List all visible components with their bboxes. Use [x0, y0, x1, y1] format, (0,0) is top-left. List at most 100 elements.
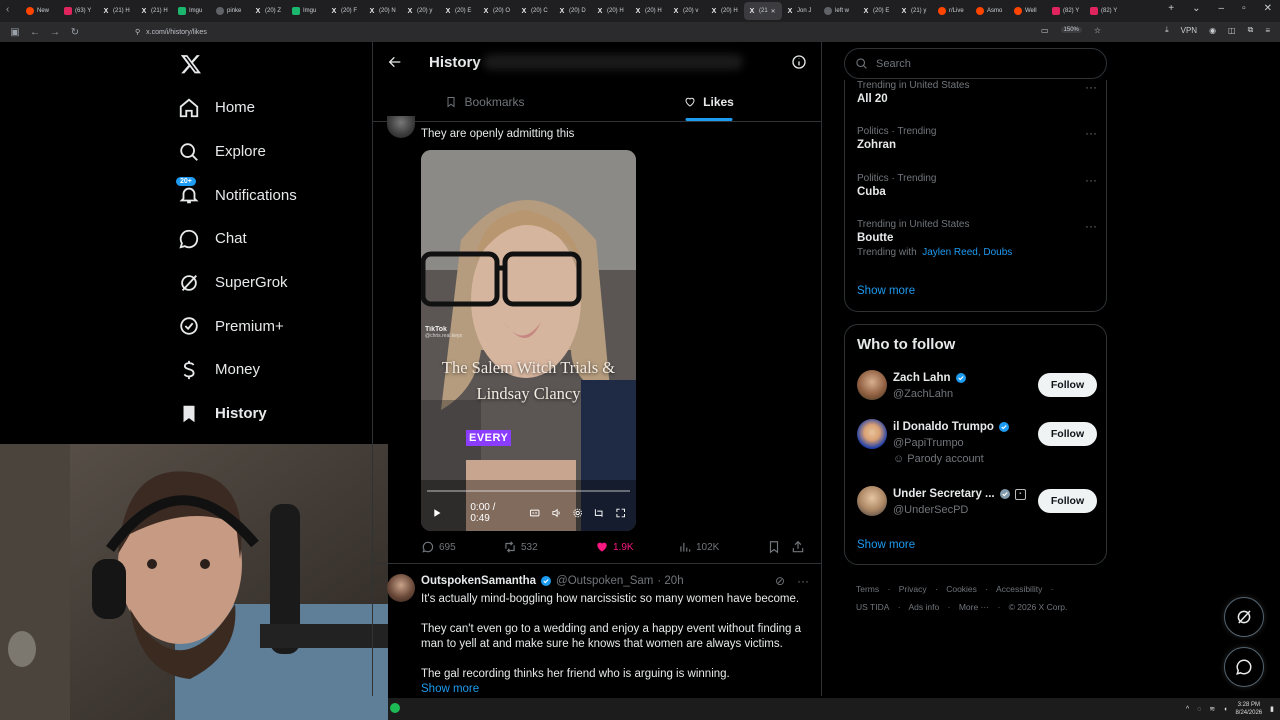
vpn-badge[interactable]: VPN	[1181, 26, 1197, 35]
tab-scroll-left-icon[interactable]: ‹	[6, 4, 9, 15]
close-window-button[interactable]: ✕	[1264, 3, 1272, 14]
follow-suggestion[interactable]: Zach Lahn @ZachLahn Follow	[857, 370, 1097, 410]
browser-tab[interactable]: X (20) H	[630, 2, 668, 20]
footer-link[interactable]: Cookies	[946, 584, 977, 594]
account-icon[interactable]: ◉	[1209, 26, 1216, 35]
url-field[interactable]: ⚲ x.com/i/history/likes	[135, 25, 207, 39]
tweet-time[interactable]: · 20h	[657, 575, 683, 587]
follow-button[interactable]: Follow	[1038, 373, 1097, 397]
browser-tab[interactable]: X (20) D	[554, 2, 592, 20]
avatar[interactable]	[857, 370, 887, 400]
wallet-icon[interactable]: ◫	[1228, 26, 1236, 35]
x-logo-icon[interactable]	[180, 53, 202, 75]
more-options-icon[interactable]: ···	[1085, 126, 1097, 140]
browser-tab[interactable]: New	[22, 2, 60, 20]
info-icon[interactable]	[791, 54, 807, 70]
close-tab-icon[interactable]: ✕	[771, 8, 776, 15]
video-progress-bar[interactable]	[427, 490, 630, 492]
sidebar-toggle-icon[interactable]: ▣	[10, 27, 20, 38]
footer-link[interactable]: Accessibility	[996, 584, 1042, 594]
views-button[interactable]: 102K	[678, 540, 767, 554]
account-name[interactable]: Under Secretary ...	[893, 488, 995, 500]
avatar[interactable]	[857, 419, 887, 449]
like-button[interactable]: 1.9K	[595, 540, 678, 554]
fullscreen-icon[interactable]	[615, 507, 626, 519]
browser-tab[interactable]: X (20) O	[478, 2, 516, 20]
nav-item-chat[interactable]: Chat	[178, 217, 368, 261]
nav-item-supergrok[interactable]: SuperGrok	[178, 261, 368, 305]
settings-gear-icon[interactable]	[572, 507, 583, 519]
browser-tab[interactable]: X (21) H	[98, 2, 136, 20]
browser-tab[interactable]: Imgu	[174, 2, 212, 20]
browser-tab[interactable]: X (20) v	[668, 2, 706, 20]
more-options-icon[interactable]: ···	[1085, 173, 1097, 187]
author-handle[interactable]: @Outspoken_Sam	[556, 575, 653, 587]
share-button[interactable]	[791, 540, 805, 554]
nav-item-money[interactable]: Money	[178, 348, 368, 392]
browser-tab[interactable]: X (20) H	[706, 2, 744, 20]
browser-tab[interactable]: X (20) Z	[250, 2, 288, 20]
browser-tab[interactable]: r/Live	[934, 2, 972, 20]
volume-icon[interactable]: ◖	[1223, 706, 1227, 713]
tweet[interactable]: They are openly admitting this TikTok @c…	[373, 116, 821, 564]
browser-tab[interactable]: X (20) C	[516, 2, 554, 20]
messages-fab-button[interactable]	[1224, 647, 1264, 687]
grok-icon[interactable]: ⊘	[775, 574, 785, 588]
more-options-icon[interactable]: ···	[797, 574, 809, 588]
search-input[interactable]: Search	[844, 48, 1107, 79]
nav-item-home[interactable]: Home	[178, 86, 368, 130]
nav-item-premium[interactable]: Premium+	[178, 304, 368, 348]
browser-tab[interactable]: left w	[820, 2, 858, 20]
author-name[interactable]: OutspokenSamantha	[421, 575, 536, 587]
trend-item[interactable]: Politics · Trending Zohran ···	[857, 126, 1097, 151]
browser-tab[interactable]: X (20) E	[858, 2, 896, 20]
browser-tab[interactable]: Well	[1010, 2, 1048, 20]
volume-icon[interactable]	[551, 507, 562, 519]
trend-item[interactable]: Trending in United States Boutte Trendin…	[857, 219, 1097, 258]
follow-button[interactable]: Follow	[1038, 422, 1097, 446]
follow-suggestion[interactable]: il Donaldo Trumpo @PapiTrumpo ☺ Parody a…	[857, 419, 1097, 465]
nav-item-history[interactable]: History	[178, 392, 368, 436]
video-player[interactable]: TikTok @chris.real.keys The Salem Witch …	[421, 150, 636, 531]
play-icon[interactable]	[431, 507, 442, 519]
browser-tab[interactable]: X Jon J	[782, 2, 820, 20]
footer-link[interactable]: Privacy	[899, 584, 927, 594]
menu-icon[interactable]: ≡	[1265, 26, 1270, 35]
picture-in-picture-icon[interactable]	[593, 507, 604, 519]
tweet[interactable]: OutspokenSamantha @Outspoken_Sam · 20h ⊘…	[373, 565, 821, 696]
trending-with-topics[interactable]: Jaylen Reed, Doubs	[922, 247, 1012, 258]
browser-tab[interactable]: X (20) F	[326, 2, 364, 20]
browser-tab[interactable]: Asmo	[972, 2, 1010, 20]
captions-icon[interactable]	[529, 507, 540, 519]
bookmark-star-icon[interactable]: ☆	[1094, 26, 1101, 35]
network-icon[interactable]: ◌	[1197, 706, 1201, 713]
account-handle[interactable]: @ZachLahn	[893, 388, 953, 400]
clock[interactable]: 3:28 PM 8/24/2026	[1235, 701, 1262, 717]
trend-item[interactable]: Politics · Trending Cuba ···	[857, 173, 1097, 198]
new-tab-button[interactable]: +	[1168, 3, 1174, 14]
notifications-icon[interactable]: ▮	[1270, 705, 1274, 713]
browser-tab[interactable]: X (21) H	[136, 2, 174, 20]
back-button[interactable]: ←	[30, 27, 40, 38]
browser-tab[interactable]: X (20) H	[592, 2, 630, 20]
follow-suggestion[interactable]: Under Secretary ... ▪ @UnderSecPD Follow	[857, 486, 1097, 526]
zoom-level[interactable]: 150%	[1060, 27, 1082, 33]
footer-link[interactable]: Ads info	[909, 602, 940, 612]
nav-item-explore[interactable]: Explore	[178, 130, 368, 174]
more-options-icon[interactable]: ···	[1085, 80, 1097, 94]
browser-tab[interactable]: pinke	[212, 2, 250, 20]
minimize-button[interactable]: –	[1219, 3, 1225, 14]
show-more-link[interactable]: Show more	[421, 682, 811, 696]
repost-button[interactable]: 532	[503, 540, 595, 554]
avatar[interactable]	[387, 116, 415, 138]
trend-item[interactable]: Trending in United States All 20 ···	[857, 80, 1097, 105]
browser-tab[interactable]: (82) Y	[1086, 2, 1124, 20]
browser-tab[interactable]: (82) Y	[1048, 2, 1086, 20]
site-info-icon[interactable]: ⚲	[135, 28, 140, 36]
footer-link[interactable]: US TIDA	[856, 602, 889, 612]
avatar[interactable]	[387, 574, 415, 602]
browser-tab[interactable]: (63) Y	[60, 2, 98, 20]
bookmark-button[interactable]	[767, 540, 791, 554]
nav-item-notifications[interactable]: 20+ Notifications	[175, 173, 368, 217]
browser-tab[interactable]: Imgu	[288, 2, 326, 20]
